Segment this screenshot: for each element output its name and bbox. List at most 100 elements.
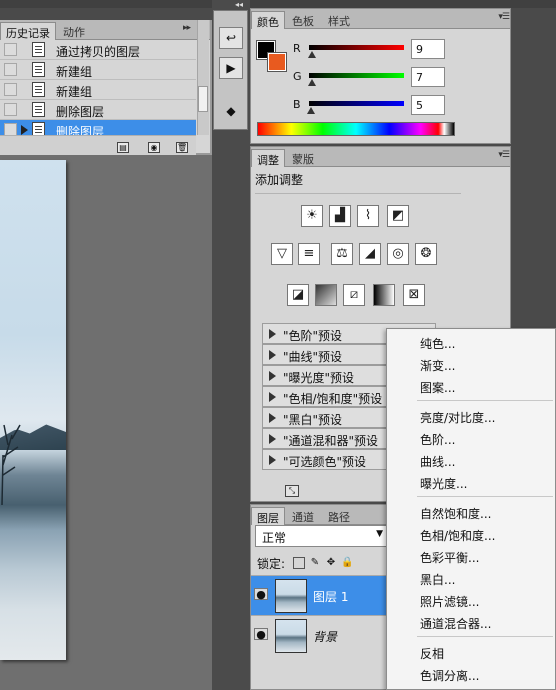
color-panel-menu-icon[interactable]: ▾☰ [487, 12, 510, 26]
history-snapshot-checkbox[interactable] [4, 43, 17, 56]
hue-saturation-icon[interactable]: ≡ [298, 243, 320, 265]
channel-mixer-icon[interactable]: ❂ [415, 243, 437, 265]
blend-mode-value: 正常 [262, 531, 287, 545]
menu-item[interactable]: 纯色... [420, 335, 455, 352]
vibrance-icon[interactable]: ▽ [271, 243, 293, 265]
tab-swatches[interactable]: 色板 [287, 11, 319, 29]
channel-value-field[interactable]: 7 [411, 67, 445, 87]
menu-item[interactable]: 色阶... [420, 431, 455, 448]
history-item[interactable]: 通过拷贝的图层 [0, 40, 196, 60]
menu-item[interactable]: 曝光度... [420, 475, 467, 492]
exposure-icon[interactable]: ◩ [387, 205, 409, 227]
slider-thumb-icon[interactable] [308, 51, 317, 58]
history-state-icon [32, 82, 45, 97]
menu-item[interactable]: 色调分离... [420, 667, 479, 684]
tab-channels[interactable]: 通道 [287, 507, 319, 525]
tab-adjustments[interactable]: 调整 [251, 149, 285, 167]
menu-item[interactable]: 色相/饱和度... [420, 527, 496, 544]
brightness-contrast-icon[interactable]: ☀ [301, 205, 323, 227]
menu-item[interactable]: 图案... [420, 379, 455, 396]
history-item-label: 新建组 [56, 85, 93, 99]
menu-item[interactable]: 亮度/对比度... [420, 409, 496, 426]
menu-item[interactable]: 曲线... [420, 453, 455, 470]
levels-icon[interactable]: ▟ [329, 205, 351, 227]
curves-icon[interactable]: ⌇ [357, 205, 379, 227]
color-balance-icon[interactable]: ⚖ [331, 243, 353, 265]
channel-value-field[interactable]: 9 [411, 39, 445, 59]
history-new-doc-button[interactable]: ▤ [117, 138, 129, 153]
lock-transparent-icon[interactable] [293, 557, 305, 569]
menu-item[interactable]: 通道混合器... [420, 615, 491, 632]
layer-row[interactable]: ● 图层 1 [251, 575, 386, 615]
adjustments-tabbar: 调整 蒙版 ▾☰ [251, 147, 510, 167]
channel-slider[interactable] [309, 45, 404, 50]
tab-history[interactable]: 历史记录 [0, 22, 56, 40]
history-item-label: 删除图层 [56, 105, 105, 119]
menu-item[interactable]: 黑白... [420, 571, 455, 588]
divider [255, 193, 461, 194]
collapse-dock-icon[interactable]: ◂◂ [235, 0, 243, 9]
channel-label: G [293, 70, 302, 83]
menu-item[interactable]: 色彩平衡... [420, 549, 479, 566]
history-scrollbar[interactable] [197, 20, 209, 135]
menu-divider [417, 636, 553, 637]
history-delete-button[interactable]: 🗑 [176, 138, 188, 153]
gradient-map-icon[interactable] [373, 284, 395, 306]
posterize-icon[interactable] [315, 284, 337, 306]
history-item[interactable]: 新建组 [0, 60, 196, 80]
history-state-icon [32, 62, 45, 77]
channel-slider[interactable] [309, 73, 404, 78]
tab-masks[interactable]: 蒙版 [287, 149, 319, 167]
selective-color-icon[interactable]: ⊠ [403, 284, 425, 306]
lock-all-icon[interactable]: 🔒 [341, 557, 353, 569]
channel-slider[interactable] [309, 101, 404, 106]
history-item[interactable]: 新建组 [0, 80, 196, 100]
eye-icon[interactable]: ● [254, 588, 268, 601]
menu-item[interactable]: 反相 [420, 645, 444, 662]
layer-row[interactable]: ● 背景 [251, 615, 386, 655]
eye-icon[interactable]: ● [254, 628, 268, 641]
adjustments-expand-icon[interactable]: ⤡ [285, 485, 299, 497]
blend-mode-select[interactable]: 正常 ▼ [255, 525, 387, 547]
lock-label: 锁定: [257, 557, 286, 571]
tab-actions[interactable]: 动作 [58, 22, 90, 40]
history-snapshot-checkbox[interactable] [4, 83, 17, 96]
black-white-icon[interactable]: ◢ [359, 243, 381, 265]
history-item[interactable]: 删除图层 [0, 100, 196, 120]
trash-icon: 🗑 [176, 142, 188, 153]
photo-filter-icon[interactable]: ◎ [387, 243, 409, 265]
history-scroll-thumb[interactable] [198, 86, 208, 112]
tab-color[interactable]: 颜色 [251, 11, 285, 29]
lock-brush-icon[interactable]: ✎ [309, 557, 321, 569]
invert-icon[interactable]: ◪ [287, 284, 309, 306]
actions-panel-icon[interactable]: ▶ [219, 57, 243, 79]
tab-styles[interactable]: 样式 [323, 11, 355, 29]
lock-move-icon[interactable]: ✥ [325, 557, 337, 569]
history-snapshot-checkbox[interactable] [4, 103, 17, 116]
expand-triangle-icon [269, 329, 276, 339]
expand-triangle-icon [269, 392, 276, 402]
menu-divider [417, 400, 553, 401]
channel-value-field[interactable]: 5 [411, 95, 445, 115]
history-panel-icon[interactable]: ↩ [219, 27, 243, 49]
preset-label: "色阶"预设 [283, 329, 343, 343]
menu-item[interactable]: 照片滤镜... [420, 593, 479, 610]
adjustments-panel-menu-icon[interactable]: ▾☰ [487, 150, 510, 164]
history-snapshot-checkbox[interactable] [4, 63, 17, 76]
tab-paths[interactable]: 路径 [323, 507, 355, 525]
color-spectrum-bar[interactable] [257, 122, 455, 136]
top-bar [0, 0, 556, 8]
background-swatch[interactable] [267, 52, 287, 72]
3d-panel-icon[interactable]: ◆ [219, 101, 243, 123]
history-state-icon [32, 102, 45, 117]
menu-item[interactable]: 渐变... [420, 357, 455, 374]
slider-thumb-icon[interactable] [306, 107, 315, 114]
menu-divider [417, 496, 553, 497]
menu-item[interactable]: 自然饱和度... [420, 505, 491, 522]
slider-thumb-icon[interactable] [307, 79, 316, 86]
tab-layers[interactable]: 图层 [251, 507, 285, 525]
history-state-marker-icon [21, 125, 28, 135]
layer-thumbnail [275, 619, 307, 653]
threshold-icon[interactable]: ⧄ [343, 284, 365, 306]
history-snapshot-button[interactable]: ◉ [148, 138, 160, 153]
